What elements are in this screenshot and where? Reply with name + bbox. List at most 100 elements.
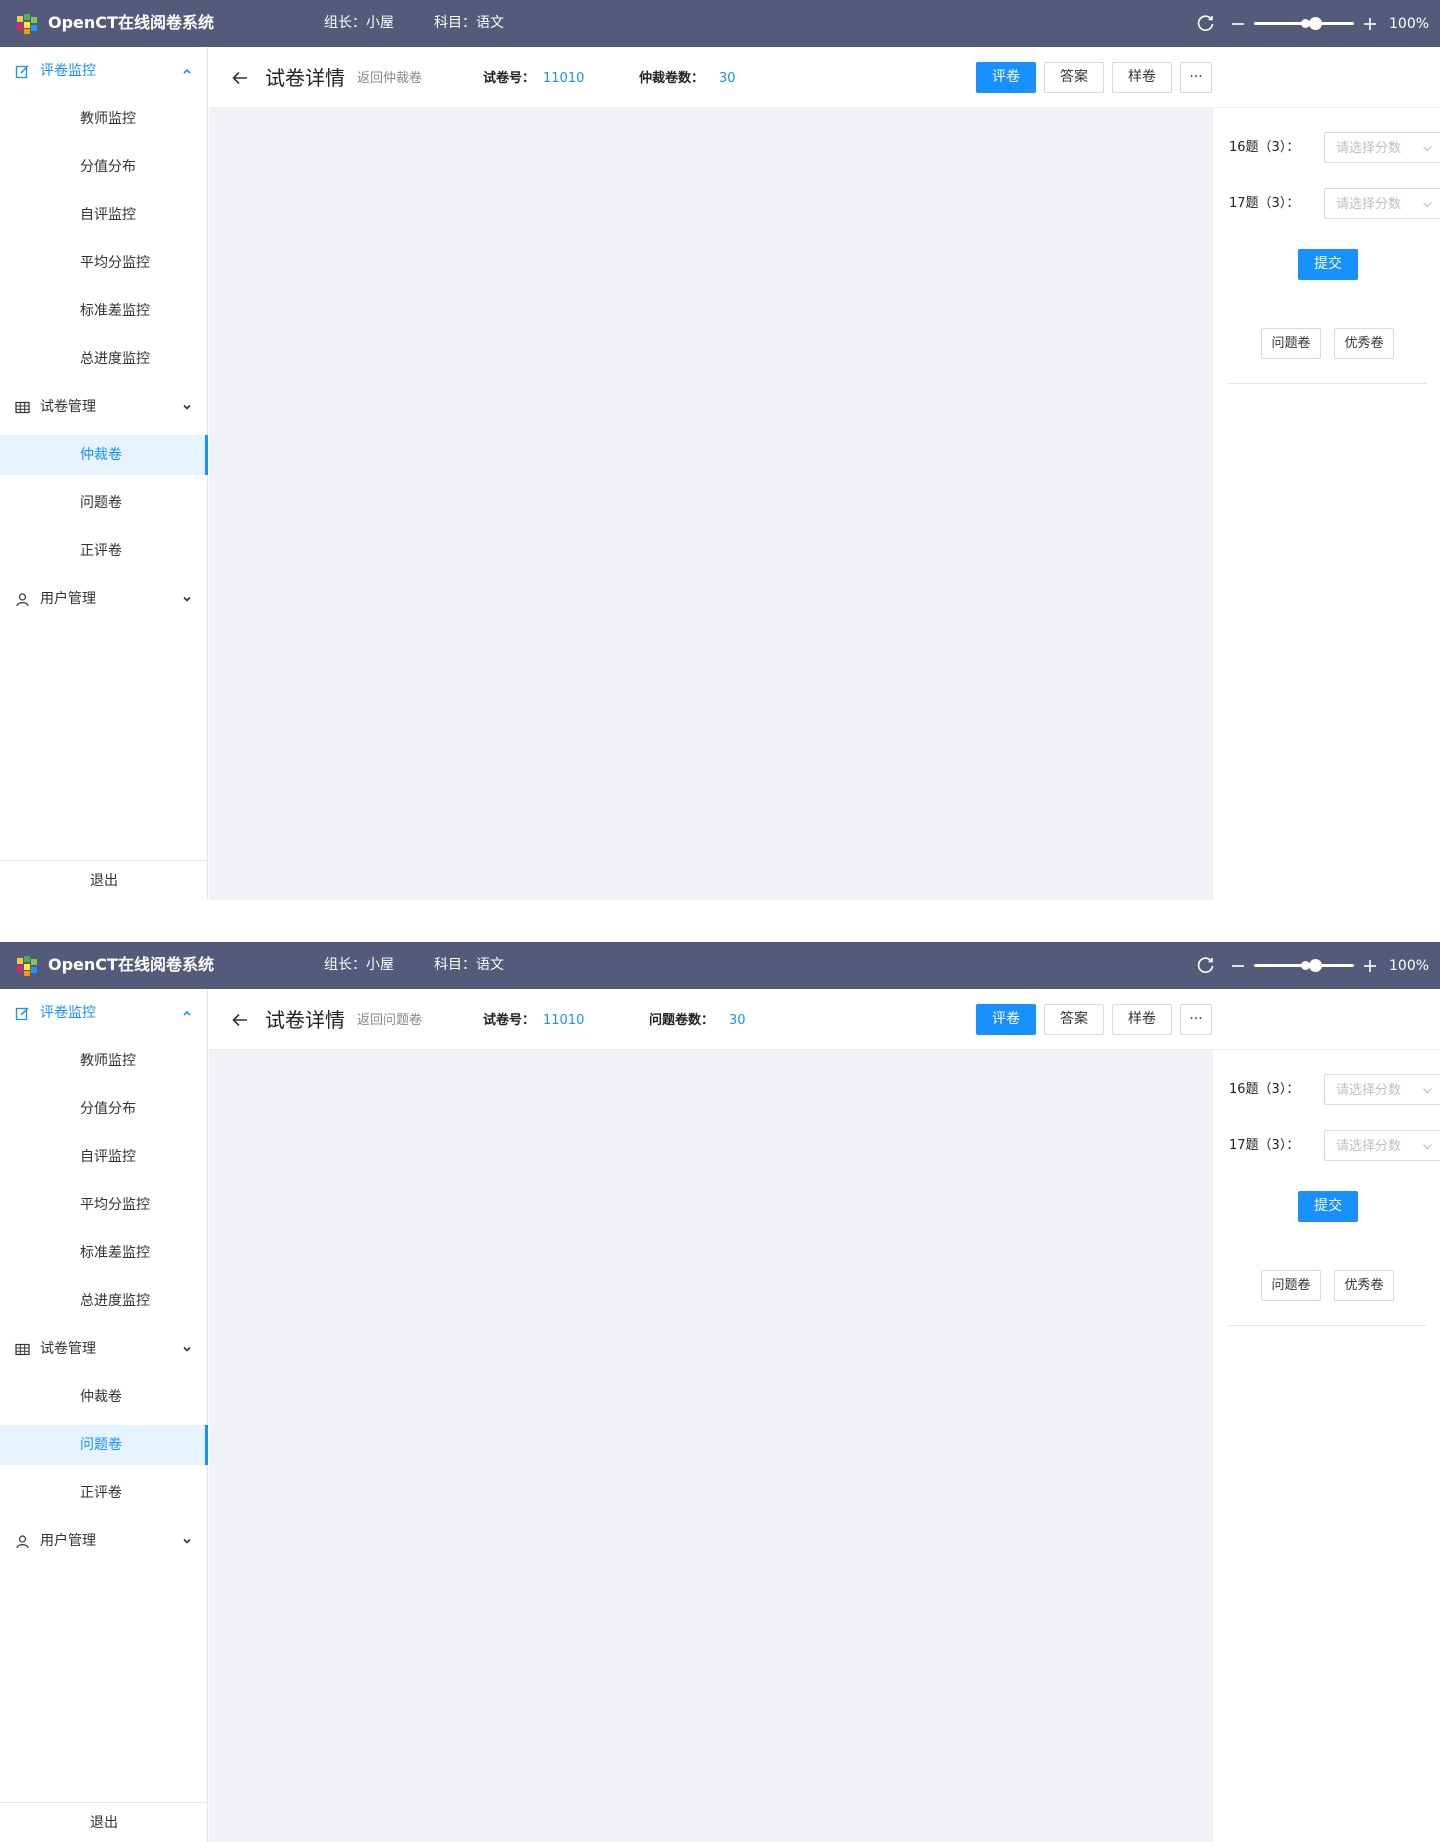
paper-viewer [209, 108, 1212, 900]
chevron-up-icon [183, 1010, 191, 1016]
sidebar-item-score-distribution[interactable]: 分值分布 [0, 147, 208, 187]
leader-info: 组长：小屋 [324, 15, 394, 31]
paper-number-value: 11010 [543, 71, 585, 86]
paper-viewer [209, 1050, 1212, 1842]
sidebar-item-arbitration[interactable]: 仲裁卷 [0, 1377, 208, 1417]
sidebar-item-teacher-monitor[interactable]: 教师监控 [0, 99, 208, 139]
user-icon [16, 593, 29, 607]
sample-button[interactable]: 样卷 [1112, 1004, 1172, 1035]
submit-button[interactable]: 提交 [1298, 1191, 1358, 1222]
zoom-slider-handle[interactable] [1309, 959, 1322, 972]
more-button[interactable]: ··· [1180, 62, 1212, 93]
sidebar-item-arbitration[interactable]: 仲裁卷 [0, 435, 208, 475]
scoring-panel: 16题（3）： 请选择分数 17题（3）： 请选择分数 提交 问题卷 优秀卷 [1212, 108, 1440, 900]
logout-button[interactable]: 退出 [0, 860, 208, 900]
leader-info: 组长：小屋 [324, 957, 394, 973]
question-label: 17题（3）： [1229, 1138, 1300, 1153]
logout-button[interactable]: 退出 [0, 1802, 208, 1842]
page-header: 试卷详情 返回仲裁卷 试卷号： 11010 仲裁卷数： 30 评卷 答案 样卷 … [209, 47, 1440, 108]
sidebar-item-label: 平均分监控 [80, 255, 150, 271]
back-arrow-icon[interactable] [231, 1011, 249, 1029]
sidebar-item-progress-monitor[interactable]: 总进度监控 [0, 1281, 208, 1321]
sidebar-item-label: 问题卷 [80, 495, 122, 511]
sidebar: 评卷监控 教师监控 分值分布 自评监控 平均分监控 标准差监控 总进度监控 试卷… [0, 989, 208, 1842]
zoom-out-icon[interactable] [1230, 956, 1246, 975]
chevron-down-icon [183, 1538, 191, 1544]
more-button[interactable]: ··· [1180, 1004, 1212, 1035]
back-link[interactable]: 返回仲裁卷 [357, 70, 422, 87]
sample-button[interactable]: 样卷 [1112, 62, 1172, 93]
page-title: 试卷详情 [265, 1008, 345, 1032]
sidebar: 评卷监控 教师监控 分值分布 自评监控 平均分监控 标准差监控 总进度监控 试卷… [0, 47, 208, 900]
sidebar-item-progress-monitor[interactable]: 总进度监控 [0, 339, 208, 379]
sidebar-item-self-review-monitor[interactable]: 自评监控 [0, 195, 208, 235]
menu-group-user-management[interactable]: 用户管理 [0, 1521, 208, 1561]
question-label: 16题（3）： [1229, 1082, 1300, 1097]
zoom-in-icon[interactable] [1362, 956, 1378, 975]
sidebar-item-problem-papers[interactable]: 问题卷 [0, 1425, 208, 1465]
menu-group-label: 评卷监控 [40, 1005, 96, 1021]
excellent-paper-button[interactable]: 优秀卷 [1334, 1270, 1394, 1301]
zoom-level: 100% [1389, 958, 1430, 974]
menu-group-label: 试卷管理 [40, 1341, 96, 1357]
page-header: 试卷详情 返回问题卷 试卷号： 11010 问题卷数： 30 评卷 答案 样卷 … [209, 989, 1440, 1050]
excellent-paper-button[interactable]: 优秀卷 [1334, 328, 1394, 359]
table-icon [15, 1343, 30, 1356]
score-select[interactable]: 请选择分数 [1324, 1130, 1440, 1161]
score-select-placeholder: 请选择分数 [1336, 1139, 1402, 1154]
sidebar-item-regular-papers[interactable]: 正评卷 [0, 531, 208, 571]
subject-info: 科目：语文 [434, 957, 504, 973]
sidebar-item-stddev-monitor[interactable]: 标准差监控 [0, 1233, 208, 1273]
sidebar-item-label: 教师监控 [80, 111, 136, 127]
sidebar-item-label: 标准差监控 [80, 1245, 150, 1261]
menu-group-label: 试卷管理 [40, 399, 96, 415]
zoom-level: 100% [1389, 16, 1430, 32]
zoom-out-icon[interactable] [1230, 14, 1246, 33]
refresh-icon[interactable] [1196, 956, 1215, 975]
back-arrow-icon[interactable] [231, 69, 249, 87]
problem-paper-button[interactable]: 问题卷 [1261, 1270, 1321, 1301]
sidebar-item-teacher-monitor[interactable]: 教师监控 [0, 1041, 208, 1081]
menu-group-paper-management[interactable]: 试卷管理 [0, 387, 208, 427]
sidebar-item-label: 教师监控 [80, 1053, 136, 1069]
top-bar: OpenCT在线阅卷系统 组长：小屋 科目：语文 100% [0, 942, 1440, 989]
sidebar-item-label: 自评监控 [80, 1149, 136, 1165]
paper-count-value: 30 [729, 1013, 746, 1028]
chevron-down-icon [1423, 146, 1432, 152]
grade-button[interactable]: 评卷 [976, 1004, 1036, 1035]
sidebar-item-stddev-monitor[interactable]: 标准差监控 [0, 291, 208, 331]
user-icon [16, 1535, 29, 1549]
score-select[interactable]: 请选择分数 [1324, 132, 1440, 163]
sidebar-item-score-distribution[interactable]: 分值分布 [0, 1089, 208, 1129]
refresh-icon[interactable] [1196, 14, 1215, 33]
score-select[interactable]: 请选择分数 [1324, 1074, 1440, 1105]
sidebar-item-label: 总进度监控 [80, 351, 150, 367]
sidebar-item-label: 总进度监控 [80, 1293, 150, 1309]
sidebar-item-self-review-monitor[interactable]: 自评监控 [0, 1137, 208, 1177]
menu-group-label: 评卷监控 [40, 63, 96, 79]
logo-icon [17, 956, 37, 976]
menu-group-user-management[interactable]: 用户管理 [0, 579, 208, 619]
zoom-slider-handle[interactable] [1309, 17, 1322, 30]
answer-button[interactable]: 答案 [1044, 62, 1104, 93]
sidebar-item-average-monitor[interactable]: 平均分监控 [0, 243, 208, 283]
chevron-up-icon [183, 68, 191, 74]
score-select-placeholder: 请选择分数 [1336, 197, 1402, 212]
back-link[interactable]: 返回问题卷 [357, 1012, 422, 1029]
sidebar-item-average-monitor[interactable]: 平均分监控 [0, 1185, 208, 1225]
sidebar-item-problem-papers[interactable]: 问题卷 [0, 483, 208, 523]
menu-group-paper-management[interactable]: 试卷管理 [0, 1329, 208, 1369]
problem-paper-button[interactable]: 问题卷 [1261, 328, 1321, 359]
score-select[interactable]: 请选择分数 [1324, 188, 1440, 219]
zoom-in-icon[interactable] [1362, 14, 1378, 33]
menu-group-grading-monitor[interactable]: 评卷监控 [0, 51, 208, 91]
menu-group-grading-monitor[interactable]: 评卷监控 [0, 993, 208, 1033]
grade-button[interactable]: 评卷 [976, 62, 1036, 93]
sidebar-item-label: 正评卷 [80, 543, 122, 559]
chevron-down-icon [183, 404, 191, 410]
sidebar-item-regular-papers[interactable]: 正评卷 [0, 1473, 208, 1513]
answer-button[interactable]: 答案 [1044, 1004, 1104, 1035]
submit-button[interactable]: 提交 [1298, 249, 1358, 280]
edit-icon [15, 65, 29, 79]
sidebar-item-label: 正评卷 [80, 1485, 122, 1501]
